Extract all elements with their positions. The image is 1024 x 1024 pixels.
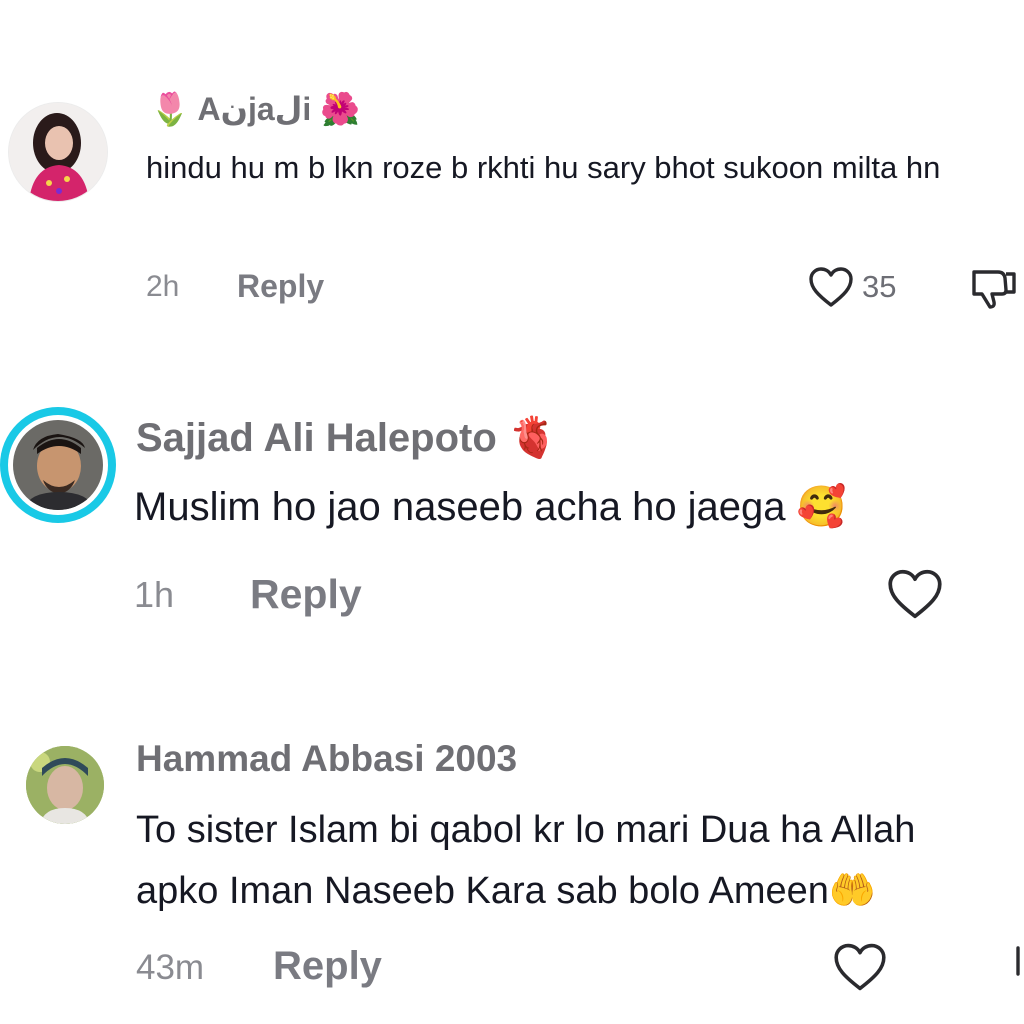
profile-photo-icon (9, 103, 107, 201)
comment-text: To sister Islam bi qabol kr lo mari Dua … (136, 800, 1006, 921)
thumbs-down-icon (1016, 946, 1020, 976)
reply-button[interactable]: Reply (237, 268, 324, 305)
anatomical-heart-emoji: 🫀 (507, 415, 558, 461)
comment-time: 43m (136, 948, 205, 987)
comment-time: 2h (146, 270, 180, 303)
username[interactable]: Sajjad Ali Halepoto 🫀 (136, 414, 558, 461)
hibiscus-emoji: 🌺 (320, 90, 361, 128)
smiling-face-with-hearts-emoji: 🥰 (796, 484, 847, 530)
like-button[interactable] (886, 568, 944, 620)
profile-photo-icon (13, 420, 103, 510)
username[interactable]: 🌷 Aنjaلi 🌺 (150, 90, 360, 128)
like-button[interactable]: 35 (808, 266, 896, 308)
profile-photo-icon (26, 746, 104, 824)
comment-text-body: To sister Islam bi qabol kr lo mari Dua … (136, 809, 916, 912)
comment-text: hindu hu m b lkn roze b rkhti hu sary bh… (146, 150, 941, 185)
heart-icon (809, 267, 853, 307)
comment-text: Muslim ho jao naseeb acha ho jaega 🥰 (134, 481, 1014, 533)
thumbs-down-icon (972, 270, 1016, 309)
comment-time: 1h (134, 574, 175, 615)
palms-up-together-emoji: 🤲 (828, 868, 877, 912)
comment-text-body: Muslim ho jao naseeb acha ho jaega (134, 485, 786, 529)
reply-button[interactable]: Reply (273, 944, 382, 989)
dislike-button-partial[interactable] (1016, 944, 1024, 978)
heart-icon (834, 943, 886, 991)
avatar[interactable] (26, 746, 104, 824)
avatar-story-ring[interactable] (0, 407, 116, 523)
like-button[interactable] (832, 942, 888, 992)
username-text: Aنjaلi (197, 91, 312, 127)
username[interactable]: Hammad Abbasi 2003 (136, 738, 517, 780)
like-count: 35 (862, 269, 897, 304)
avatar[interactable] (8, 102, 108, 202)
username-text: Sajjad Ali Halepoto (136, 416, 497, 460)
tulip-emoji: 🌷 (150, 90, 190, 128)
heart-icon (888, 569, 942, 619)
dislike-button[interactable] (968, 266, 1018, 315)
reply-button[interactable]: Reply (250, 571, 362, 618)
